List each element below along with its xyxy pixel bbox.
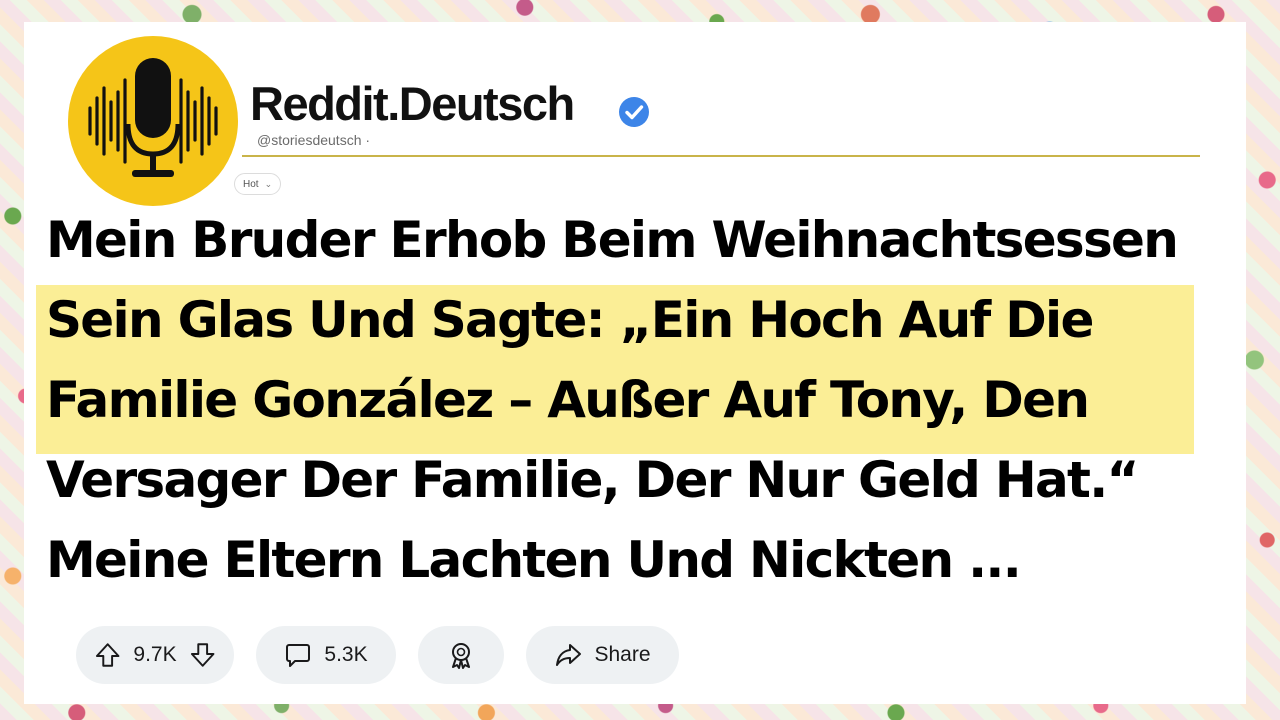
post-title[interactable]: Mein Bruder Erhob Beim Weihnachtsessen S… xyxy=(46,200,1242,600)
upvote-arrow-icon[interactable] xyxy=(94,641,121,669)
comments-button[interactable]: 5.3K xyxy=(256,626,396,684)
award-ribbon-icon xyxy=(452,643,470,669)
chevron-down-icon: ⌄ xyxy=(264,178,273,189)
title-line: Familie González – Außer Auf Tony, Den xyxy=(46,371,1090,429)
verified-check-icon xyxy=(619,97,649,127)
award-button[interactable] xyxy=(418,626,504,684)
header-divider xyxy=(242,155,1200,157)
post-actions: 9.7K 5.3K Share xyxy=(76,626,679,684)
share-label: Share xyxy=(594,643,651,666)
channel-avatar[interactable] xyxy=(68,36,238,206)
title-line: Meine Eltern Lachten Und Nickten ... xyxy=(46,531,1022,589)
vote-control: 9.7K xyxy=(76,626,234,684)
channel-handle[interactable]: @storiesdeutsch · xyxy=(257,132,370,148)
share-button[interactable]: Share xyxy=(526,626,679,684)
title-line: Versager Der Familie, Der Nur Geld Hat.“ xyxy=(46,451,1139,509)
microphone-soundwave-icon xyxy=(88,58,218,177)
upvote-count: 9.7K xyxy=(133,643,177,666)
sort-label: Hot xyxy=(243,178,259,190)
comment-count: 5.3K xyxy=(324,643,368,666)
channel-name[interactable]: Reddit.Deutsch xyxy=(250,80,575,127)
title-line: Mein Bruder Erhob Beim Weihnachtsessen xyxy=(46,211,1179,269)
share-arrow-icon xyxy=(556,644,582,666)
comment-bubble-icon xyxy=(286,644,311,667)
title-line: Sein Glas Und Sagte: „Ein Hoch Auf Die xyxy=(46,291,1094,349)
post-card: Reddit.Deutsch @storiesdeutsch · Hot ⌄ M… xyxy=(24,22,1246,704)
downvote-arrow-icon[interactable] xyxy=(189,641,216,669)
sort-dropdown[interactable]: Hot ⌄ xyxy=(234,173,282,195)
